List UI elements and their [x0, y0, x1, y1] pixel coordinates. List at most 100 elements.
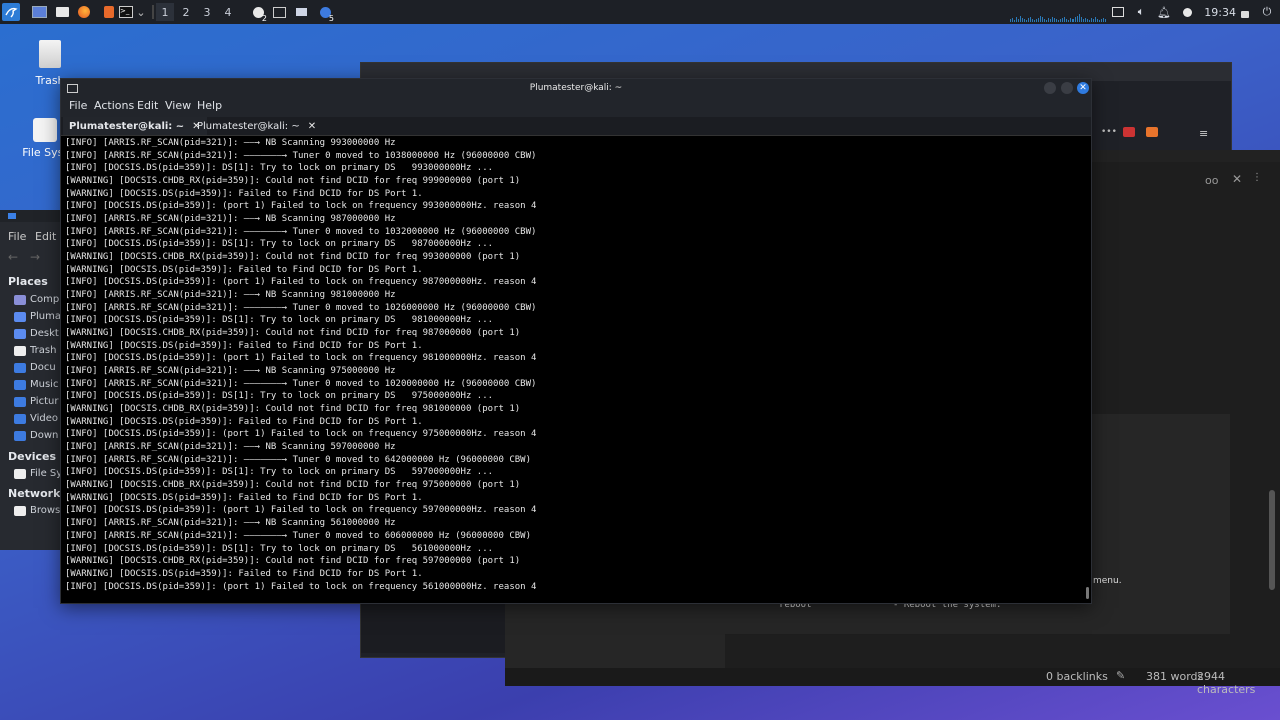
task-app2-icon[interactable]: 5 — [316, 3, 334, 23]
lock-icon[interactable] — [1238, 3, 1252, 21]
power-icon[interactable]: ⏻ — [1260, 3, 1274, 21]
maximize-button[interactable] — [1061, 82, 1073, 94]
menu-actions[interactable]: Actions — [94, 99, 134, 112]
terminal-line: [WARNING] [DOCSIS.CHDB_RX(pid=359)]: Cou… — [65, 176, 521, 187]
terminal-line: [INFO] [ARRIS.RF_SCAN(pid=321)]: ———————… — [65, 454, 531, 465]
close-icon[interactable]: ✕ — [1232, 172, 1242, 186]
cpu-graph — [1010, 10, 1106, 22]
terminal-line: [WARNING] [DOCSIS.DS(pid=359)]: Failed t… — [65, 340, 423, 351]
device-filesystem[interactable]: File Sy — [14, 468, 62, 479]
workspace-2[interactable]: 2 — [177, 3, 195, 21]
forward-arrow-icon[interactable]: → — [30, 250, 40, 264]
task-badge: 2 — [261, 14, 267, 23]
task-terminal-icon[interactable] — [271, 3, 287, 21]
drive-icon — [33, 118, 57, 142]
workspace-3[interactable]: 3 — [198, 3, 216, 21]
task-app-icon[interactable]: 2 — [249, 3, 267, 23]
terminal-line: [INFO] [ARRIS.RF_SCAN(pid=321)]: ——→ NB … — [65, 442, 396, 453]
menu-edit[interactable]: Edit — [137, 99, 158, 112]
menu-help[interactable]: Help — [197, 99, 222, 112]
documents-folder-icon — [14, 362, 26, 373]
chevron-down-icon[interactable]: ⌄ — [135, 3, 147, 21]
place-label: Trash — [30, 345, 57, 356]
place-label: Comp — [30, 294, 60, 305]
workspace-1[interactable]: 1 — [156, 3, 174, 21]
terminal-line: [INFO] [DOCSIS.DS(pid=359)]: DS[1]: Try … — [65, 163, 494, 174]
addon-icon[interactable] — [1146, 127, 1158, 137]
terminal-line: [INFO] [ARRIS.RF_SCAN(pid=321)]: ———————… — [65, 226, 537, 237]
fm-menu-edit[interactable]: Edit — [35, 230, 56, 243]
place-music[interactable]: Music — [14, 379, 58, 390]
place-label: Video — [30, 413, 59, 424]
kali-menu-icon[interactable] — [2, 3, 20, 21]
places-header: Places — [8, 275, 48, 288]
close-button[interactable]: ✕ — [1077, 82, 1089, 94]
network-header: Network — [8, 487, 61, 500]
network-label: Brows — [30, 505, 61, 516]
home-folder-icon — [14, 311, 26, 322]
terminal-window[interactable]: Plumatester@kali: ~ ✕ File Actions Edit … — [60, 78, 1092, 604]
screen-icon[interactable] — [1110, 3, 1126, 21]
terminal-tabbar: Plumatester@kali: ~ ✕ Plumatester@kali: … — [61, 117, 1091, 136]
terminal-tab-2[interactable]: Plumatester@kali: ~ ✕ — [191, 117, 322, 135]
terminal-titlebar[interactable]: Plumatester@kali: ~ ✕ — [61, 79, 1091, 97]
place-home[interactable]: Pluma — [14, 311, 61, 322]
task-badge: 5 — [328, 14, 334, 23]
fm-menu-file[interactable]: File — [8, 230, 26, 243]
place-desktop[interactable]: Deskt — [14, 328, 59, 339]
pencil-icon[interactable]: ✎ — [1116, 669, 1125, 682]
terminal-line: [WARNING] [DOCSIS.CHDB_RX(pid=359)]: Cou… — [65, 404, 521, 415]
minimize-button[interactable] — [1044, 82, 1056, 94]
more-options-icon[interactable]: ⋮ — [1252, 172, 1262, 183]
terminal-tab-1[interactable]: Plumatester@kali: ~ ✕ — [63, 117, 207, 135]
workspace-4[interactable]: 4 — [219, 3, 237, 21]
terminal-output[interactable]: [INFO] [ARRIS.RF_SCAN(pid=321)]: ——→ NB … — [65, 137, 1081, 597]
terminal-line: [WARNING] [DOCSIS.DS(pid=359)]: Failed t… — [65, 188, 423, 199]
burpsuite-icon[interactable] — [100, 3, 118, 21]
terminal-line: [INFO] [ARRIS.RF_SCAN(pid=321)]: ——→ NB … — [65, 138, 396, 148]
terminal-line: [INFO] [ARRIS.RF_SCAN(pid=321)]: ———————… — [65, 150, 537, 161]
extension-icon[interactable]: ••• — [1101, 127, 1117, 137]
menu-view[interactable]: View — [165, 99, 191, 112]
backlinks-count[interactable]: 0 backlinks — [1046, 670, 1108, 683]
character-count: 2944 characters — [1197, 670, 1256, 696]
glasses-icon[interactable]: oo — [1205, 174, 1218, 187]
devices-header: Devices — [8, 450, 57, 463]
notification-bell-icon[interactable]: 🔔︎ — [1156, 3, 1172, 21]
volume-icon[interactable]: 🔈︎ — [1133, 3, 1149, 21]
place-computer[interactable]: Comp — [14, 294, 59, 305]
panel-separator — [152, 5, 154, 19]
top-panel: >_ ⌄ 1 2 3 4 2 5 🔈︎ 🔔︎ 19:34 ⏻ — [0, 0, 1280, 24]
terminal-line: [INFO] [DOCSIS.DS(pid=359)]: (port 1) Fa… — [65, 505, 537, 516]
terminal-line: [INFO] [DOCSIS.DS(pid=359)]: (port 1) Fa… — [65, 353, 537, 364]
terminal-icon[interactable]: >_ — [118, 3, 134, 21]
place-documents[interactable]: Docu — [14, 362, 56, 373]
show-desktop-icon[interactable] — [30, 3, 48, 21]
close-icon[interactable]: ✕ — [308, 121, 316, 132]
terminal-title: Plumatester@kali: ~ — [529, 83, 623, 93]
terminal-line: [INFO] [ARRIS.RF_SCAN(pid=321)]: ——→ NB … — [65, 290, 396, 301]
menu-file[interactable]: File — [69, 99, 87, 112]
terminal-line: [INFO] [DOCSIS.DS(pid=359)]: (port 1) Fa… — [65, 201, 537, 212]
place-pictures[interactable]: Pictur — [14, 396, 58, 407]
terminal-line: [INFO] [ARRIS.RF_SCAN(pid=321)]: ———————… — [65, 530, 531, 541]
trash-icon — [39, 40, 61, 68]
place-trash[interactable]: Trash — [14, 345, 56, 356]
place-downloads[interactable]: Down — [14, 430, 58, 441]
notes-scrollbar[interactable] — [1269, 490, 1275, 590]
hamburger-menu-icon[interactable]: ≡ — [1199, 127, 1208, 140]
firefox-icon[interactable] — [75, 3, 93, 21]
network-browse[interactable]: Brows — [14, 505, 60, 516]
clock-icon — [1180, 3, 1194, 21]
terminal-menubar: File Actions Edit View Help — [61, 97, 1091, 117]
file-manager-window[interactable]: File Edit ← → Places Comp Pluma Deskt Tr… — [0, 210, 63, 550]
place-label: Deskt — [30, 328, 59, 339]
back-arrow-icon[interactable]: ← — [8, 250, 18, 264]
task-window-icon[interactable] — [293, 3, 309, 21]
file-manager-icon[interactable] — [53, 3, 71, 21]
ublock-icon[interactable] — [1123, 127, 1135, 137]
snippet-menu: menu. — [1093, 576, 1122, 586]
clock-time[interactable]: 19:34 — [1204, 3, 1236, 21]
place-videos[interactable]: Video — [14, 413, 58, 424]
terminal-scrollbar[interactable] — [1086, 587, 1089, 599]
